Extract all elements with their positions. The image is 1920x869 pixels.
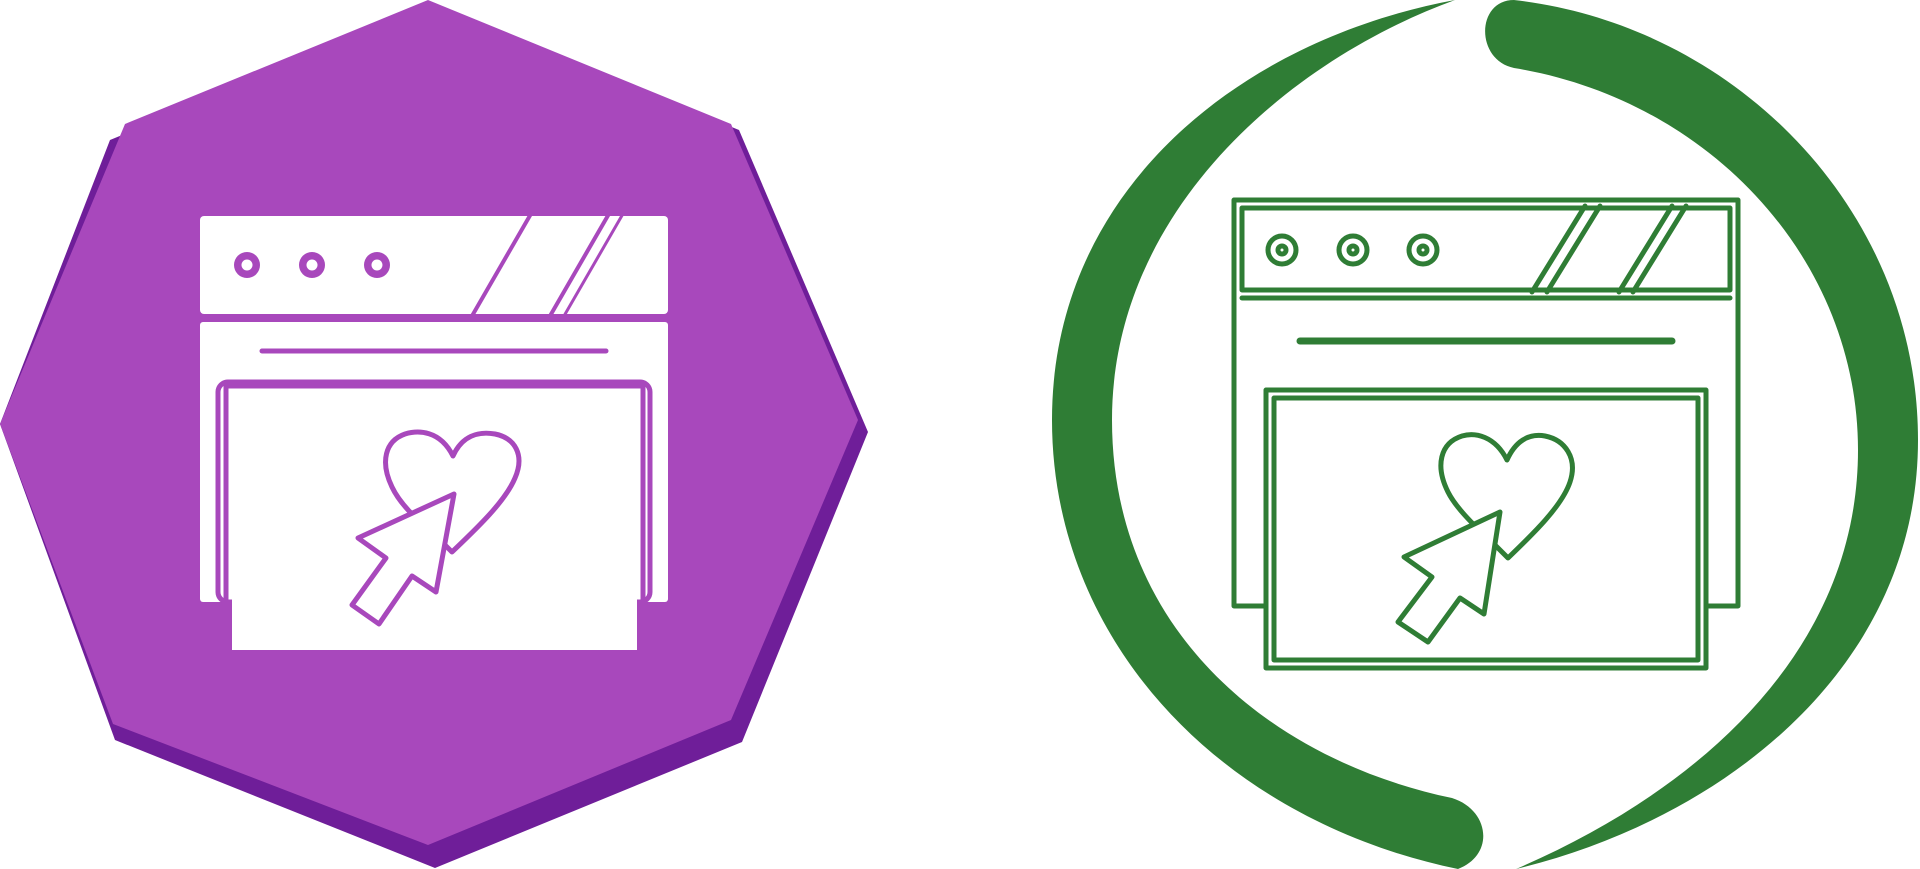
favorite-webpage-line-icon bbox=[1052, 0, 1918, 869]
icon-showcase bbox=[0, 0, 1920, 869]
browser-window-icon bbox=[1231, 197, 1741, 671]
icon-canvas bbox=[0, 0, 1918, 869]
favorite-webpage-glyph-icon bbox=[0, 0, 868, 868]
window-dot-icon bbox=[1265, 233, 1299, 267]
window-dot-icon bbox=[1336, 233, 1370, 267]
window-dot-icon bbox=[1406, 233, 1440, 267]
